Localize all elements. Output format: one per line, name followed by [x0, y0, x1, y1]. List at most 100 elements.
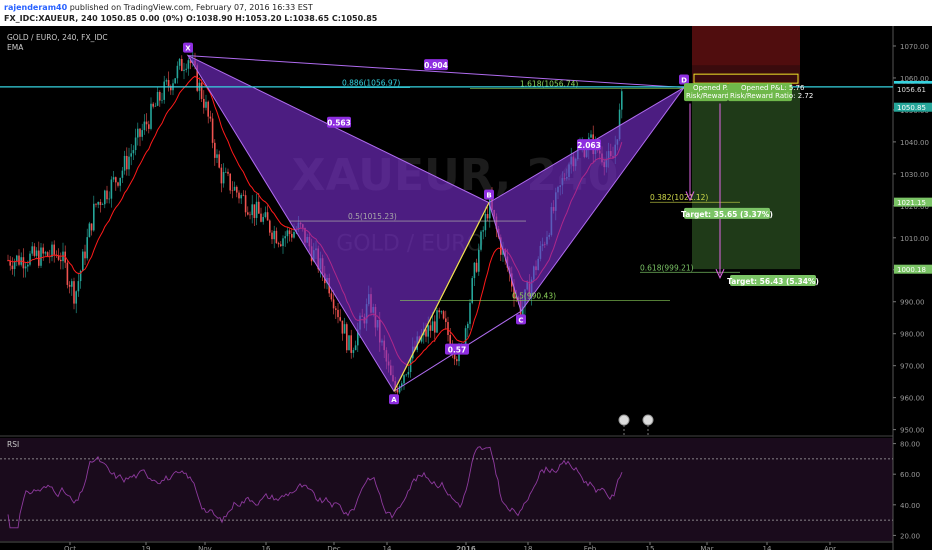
candle-body	[128, 156, 130, 170]
candle-body	[273, 230, 275, 240]
candle-body	[291, 233, 293, 238]
pattern-point-label: B	[486, 192, 491, 200]
x-tick-label: Mar	[700, 545, 713, 550]
candle-body	[99, 201, 102, 205]
candle-body	[337, 309, 339, 318]
symbol-line: FX_IDC:XAUEUR, 240 1050.85 0.00 (0%) O:1…	[4, 13, 377, 24]
candle-body	[148, 124, 150, 129]
candle-body	[348, 335, 350, 351]
candle-body	[236, 186, 238, 193]
candle-body	[209, 116, 212, 119]
candle-body	[29, 253, 31, 265]
pattern-point-label: A	[391, 396, 397, 404]
x-tick-label: Apr	[824, 545, 836, 550]
candle-body	[95, 203, 97, 205]
candle-body	[154, 105, 157, 107]
candle-body	[445, 318, 447, 323]
candle-body	[110, 179, 113, 199]
candle-body	[130, 153, 132, 157]
candle-body	[86, 237, 88, 259]
y-tick-label: 960.00	[900, 395, 925, 403]
candle-body	[117, 182, 119, 186]
y-tick-label: 1010.00	[900, 235, 929, 243]
position-left-pl: Opened P...	[693, 84, 732, 92]
candle-body	[621, 91, 623, 110]
x-tick-label: Feb	[584, 545, 597, 550]
candle-body	[434, 321, 436, 333]
candle-body	[90, 223, 93, 231]
candle-body	[473, 262, 476, 279]
candle-body	[119, 177, 121, 186]
target-label: Target: 35.65 (3.37%)	[681, 210, 773, 219]
pattern-point-label: X	[185, 45, 191, 53]
publish-header: rajenderam40 published on TradingView.co…	[0, 0, 932, 26]
candle-body	[335, 308, 337, 310]
candle-body	[275, 230, 278, 244]
y-tick-label: 1030.00	[900, 171, 929, 179]
candle-body	[478, 249, 480, 272]
candle-body	[293, 231, 295, 238]
candle-body	[429, 325, 432, 331]
candle-body	[262, 216, 264, 222]
price-tag-label: 1021.15	[897, 199, 926, 207]
candle-body	[436, 310, 438, 333]
chart-title: GOLD / EURO, 240, FX_IDC	[7, 33, 108, 42]
candle-body	[22, 257, 25, 269]
candle-body	[264, 212, 267, 217]
event-marker-1	[618, 414, 630, 426]
candle-body	[159, 91, 161, 101]
candle-body	[440, 311, 443, 313]
candle-body	[288, 230, 291, 234]
candle-body	[341, 320, 344, 334]
publish-info: published on TradingView.com, February 0…	[69, 3, 313, 12]
candle-body	[225, 171, 227, 173]
candle-body	[405, 374, 407, 376]
candle-body	[183, 69, 185, 71]
candle-body	[427, 325, 429, 337]
candle-body	[11, 265, 14, 270]
author-link[interactable]: rajenderam40	[4, 3, 67, 12]
price-tag-label: 1000.18	[897, 266, 926, 274]
candle-body	[590, 134, 592, 138]
candle-body	[108, 198, 110, 200]
candle-body	[31, 246, 33, 254]
rsi-tick-label: 40.00	[900, 502, 920, 510]
x-tick-label: Nov	[198, 545, 212, 550]
candle-body	[244, 195, 247, 213]
candle-body	[227, 171, 229, 174]
candle-body	[68, 284, 71, 287]
fib-level-label: 0.618(999.21)	[640, 263, 694, 272]
candle-body	[253, 204, 256, 218]
candle-body	[475, 262, 478, 272]
rsi-pane-background	[0, 438, 893, 541]
candle-body	[343, 324, 346, 334]
candle-body	[44, 252, 47, 254]
candle-body	[152, 103, 154, 107]
candle-body	[242, 194, 245, 196]
candle-body	[447, 322, 449, 335]
rsi-label: RSI	[7, 440, 19, 449]
candle-body	[115, 177, 117, 183]
x-tick-label: 2016	[456, 545, 476, 550]
x-tick-label: 19	[142, 545, 151, 550]
publish-line: rajenderam40 published on TradingView.co…	[4, 2, 313, 13]
fib-level-label: 0.5(990.43)	[512, 291, 556, 300]
x-tick-label: 15	[646, 545, 655, 550]
candle-body	[438, 310, 440, 313]
candle-body	[165, 80, 168, 82]
candle-body	[231, 190, 234, 192]
price-tag-label: 1050.85	[897, 104, 926, 112]
chart-svg[interactable]: 950.00960.00970.00980.00990.001000.00101…	[0, 26, 932, 550]
x-tick-label: Dec	[327, 545, 341, 550]
candle-body	[174, 78, 176, 84]
fib-level-label: 0.382(1021.12)	[650, 193, 708, 202]
ratio-label: 2.063	[577, 141, 601, 150]
y-tick-label: 950.00	[900, 427, 925, 435]
candle-body	[60, 259, 62, 262]
candle-body	[247, 212, 249, 215]
candle-body	[185, 68, 187, 70]
candle-body	[203, 98, 205, 108]
candle-body	[145, 121, 148, 125]
candle-body	[218, 154, 220, 168]
y-tick-label: 990.00	[900, 299, 925, 307]
